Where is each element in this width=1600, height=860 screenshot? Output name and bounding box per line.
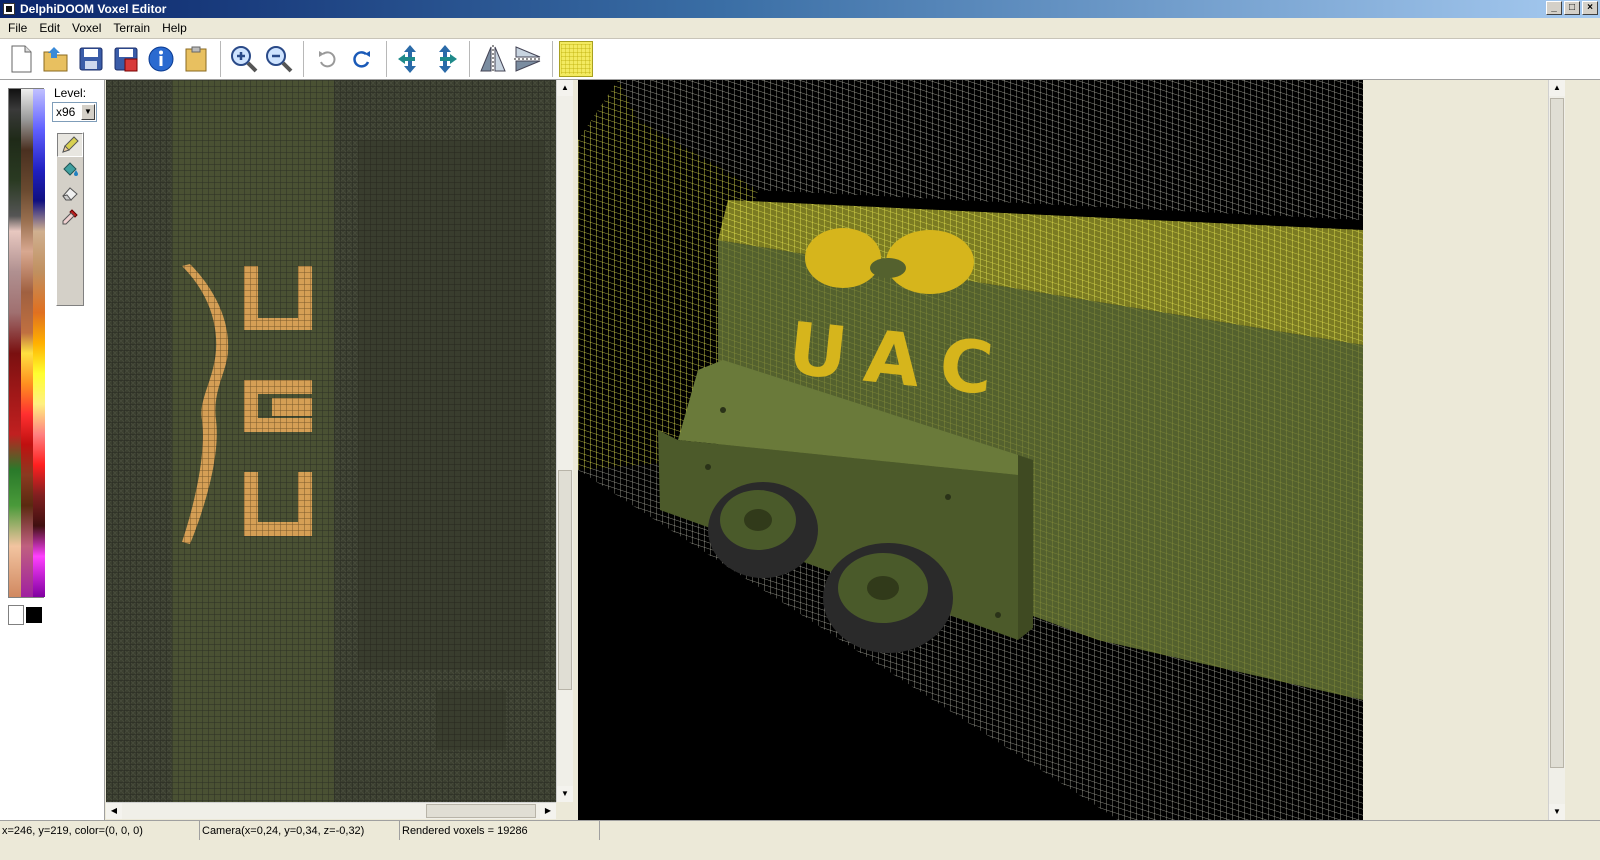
- redo-icon[interactable]: [345, 41, 379, 77]
- bumper-side: [1018, 455, 1033, 640]
- menu-help[interactable]: Help: [156, 18, 193, 38]
- level-label: Level:: [54, 86, 87, 100]
- close-button[interactable]: ×: [1582, 1, 1598, 15]
- foreground-color-swatch[interactable]: [8, 605, 24, 625]
- level-select[interactable]: x96 ▼: [52, 102, 97, 122]
- scroll-up-arrow[interactable]: ▲: [1549, 80, 1565, 96]
- grid-toggle-icon[interactable]: [559, 41, 593, 77]
- voxel-body-region: [172, 80, 334, 802]
- open-folder-icon[interactable]: [39, 41, 73, 77]
- menu-file[interactable]: File: [2, 18, 33, 38]
- scroll-left-arrow[interactable]: ◀: [106, 803, 122, 819]
- bumper-bolt: [995, 612, 1001, 618]
- wheel-rear: [823, 543, 953, 653]
- tool-palette: [56, 132, 84, 306]
- preview-vertical-scrollbar[interactable]: ▲ ▼: [1548, 80, 1565, 820]
- color-palette[interactable]: [8, 88, 45, 598]
- window-title: DelphiDOOM Voxel Editor: [20, 2, 167, 16]
- bumper-bolt: [720, 407, 726, 413]
- undo-icon[interactable]: [310, 41, 344, 77]
- zoom-out-icon[interactable]: [262, 41, 296, 77]
- toolbar-separator: [303, 41, 304, 77]
- app-icon: [3, 3, 15, 15]
- scroll-thumb[interactable]: [558, 470, 572, 690]
- editor-vertical-scrollbar[interactable]: ▲ ▼: [556, 80, 573, 802]
- info-icon[interactable]: [144, 41, 178, 77]
- status-bar: x=246, y=219, color=(0, 0, 0) Camera(x=0…: [0, 820, 1600, 841]
- open-palette-icon[interactable]: [179, 41, 213, 77]
- status-rendered: Rendered voxels = 19286: [400, 821, 600, 841]
- scroll-down-arrow[interactable]: ▼: [1549, 804, 1565, 820]
- mirror-horizontal-icon[interactable]: [476, 41, 510, 77]
- toolbar-separator: [552, 41, 553, 77]
- left-panel: Level: x96 ▼: [0, 80, 105, 838]
- mirror-vertical-icon[interactable]: [511, 41, 545, 77]
- new-document-icon[interactable]: [4, 41, 38, 77]
- menu-bar: File Edit Voxel Terrain Help: [0, 18, 1600, 38]
- editor-horizontal-scrollbar[interactable]: ◀ ▶: [106, 802, 556, 819]
- scroll-down-arrow[interactable]: ▼: [557, 786, 573, 802]
- rotate-right-icon[interactable]: [428, 41, 462, 77]
- eraser-icon[interactable]: [57, 181, 83, 205]
- wheel-front: [708, 482, 818, 578]
- chevron-down-icon[interactable]: ▼: [81, 104, 95, 120]
- voxel-3d-preview[interactable]: UAC: [578, 80, 1363, 820]
- bumper-bolt: [945, 494, 951, 500]
- level-value: x96: [56, 105, 76, 119]
- pencil-icon[interactable]: [57, 133, 83, 157]
- voxel-side-region: [358, 140, 544, 670]
- bumper-bolt: [705, 464, 711, 470]
- scroll-thumb[interactable]: [426, 804, 536, 818]
- current-colors[interactable]: [8, 605, 44, 625]
- maximize-button[interactable]: □: [1564, 1, 1580, 15]
- menu-edit[interactable]: Edit: [33, 18, 66, 38]
- voxel-slice-editor[interactable]: [106, 80, 556, 802]
- toolbar-separator: [386, 41, 387, 77]
- scroll-thumb[interactable]: [1550, 98, 1564, 768]
- background-color-swatch[interactable]: [26, 607, 42, 623]
- toolbar: [0, 38, 1600, 80]
- menu-voxel[interactable]: Voxel: [66, 18, 107, 38]
- scroll-right-arrow[interactable]: ▶: [540, 803, 556, 819]
- zoom-in-icon[interactable]: [227, 41, 261, 77]
- eyedropper-icon[interactable]: [57, 205, 83, 229]
- preview-margin: [1363, 80, 1548, 820]
- window-bottom-edge: [0, 840, 1600, 860]
- status-cursor: x=246, y=219, color=(0, 0, 0): [0, 821, 200, 841]
- save-as-icon[interactable]: [109, 41, 143, 77]
- status-camera: Camera(x=0,24, y=0,34, z=-0,32): [200, 821, 400, 841]
- voxel-bottom-region: [436, 690, 506, 750]
- toolbar-separator: [220, 41, 221, 77]
- fill-bucket-icon[interactable]: [57, 157, 83, 181]
- rotate-left-icon[interactable]: [393, 41, 427, 77]
- scroll-up-arrow[interactable]: ▲: [557, 80, 573, 96]
- minimize-button[interactable]: _: [1546, 1, 1562, 15]
- toolbar-separator: [469, 41, 470, 77]
- title-bar[interactable]: DelphiDOOM Voxel Editor _ □ ×: [0, 0, 1600, 18]
- save-icon[interactable]: [74, 41, 108, 77]
- menu-terrain[interactable]: Terrain: [107, 18, 156, 38]
